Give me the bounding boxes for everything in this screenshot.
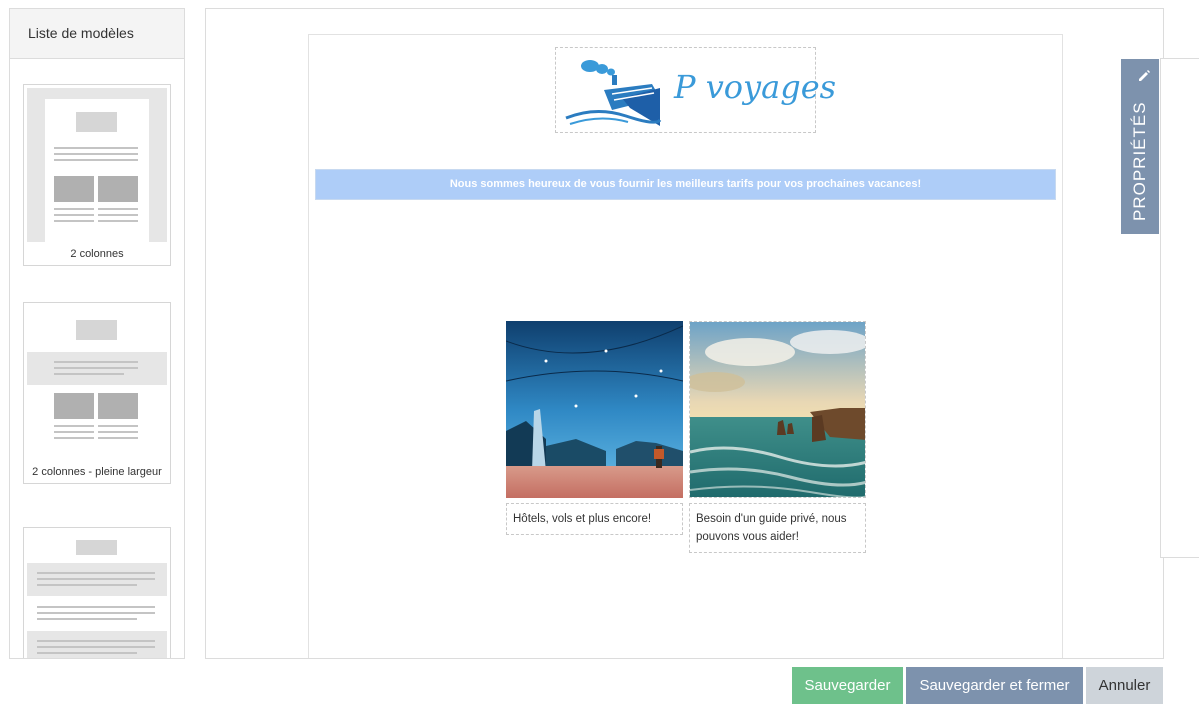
template-label: 2 colonnes	[70, 248, 124, 260]
thumb-line	[98, 208, 138, 210]
email-body[interactable]: P voyages Nous sommes heureux de vous fo…	[308, 34, 1063, 658]
thumb-banner	[27, 631, 167, 658]
thumb-line	[37, 584, 137, 586]
thumb-line	[54, 214, 94, 216]
city-night-photo[interactable]	[506, 321, 683, 498]
thumb-logo	[76, 540, 117, 555]
city-night-image	[506, 321, 683, 498]
thumb-line	[37, 578, 155, 580]
logo-text: P voyages	[674, 68, 837, 106]
thumb-line	[54, 153, 138, 155]
thumb-line	[37, 572, 155, 574]
editor-canvas[interactable]: P voyages Nous sommes heureux de vous fo…	[205, 8, 1164, 659]
template-card-2-colonnes[interactable]: 2 colonnes	[23, 84, 171, 266]
properties-panel	[1160, 58, 1199, 558]
thumb-line	[54, 437, 94, 439]
thumb-line	[98, 431, 138, 433]
thumb-line	[54, 425, 94, 427]
thumb-image	[54, 176, 94, 202]
thumb-line	[98, 214, 138, 216]
properties-tab[interactable]: PROPRIÉTÉS	[1121, 59, 1159, 234]
thumb-logo	[76, 112, 117, 132]
thumb-line	[37, 652, 137, 654]
template-list-panel: Liste de modèles 2 colonnes 2 colonnes -	[9, 8, 185, 659]
thumb-line	[54, 431, 94, 433]
coast-sunset-photo[interactable]	[689, 321, 866, 498]
thumb-line	[98, 425, 138, 427]
thumb-image	[98, 176, 138, 202]
thumb-line	[54, 208, 94, 210]
thumb-logo	[76, 320, 117, 340]
thumb-line	[98, 220, 138, 222]
pencil-icon	[1139, 70, 1150, 81]
thumb-line	[54, 373, 124, 375]
template-list-title: Liste de modèles	[10, 9, 184, 59]
thumb-line	[98, 437, 138, 439]
thumb-line	[37, 640, 155, 642]
thumb-image	[98, 393, 138, 419]
save-button[interactable]: Sauvegarder	[792, 667, 903, 704]
thumb-line	[37, 606, 155, 608]
caption-column-2[interactable]: Besoin d'un guide privé, nous pouvons vo…	[689, 503, 866, 553]
template-card-2-colonnes-pleine-largeur[interactable]: 2 colonnes - pleine largeur	[23, 302, 171, 484]
logo-block[interactable]: P voyages	[555, 47, 836, 133]
thumb-line	[54, 159, 138, 161]
banner-text[interactable]: Nous sommes heureux de vous fournir les …	[315, 169, 1056, 200]
properties-tab-label: PROPRIÉTÉS	[1130, 101, 1149, 221]
coast-sunset-image	[690, 322, 865, 497]
thumb-line	[54, 147, 138, 149]
template-card-3[interactable]	[23, 527, 171, 658]
template-label: 2 colonnes - pleine largeur	[32, 466, 162, 478]
thumb-line	[54, 361, 138, 363]
thumb-line	[37, 618, 137, 620]
caption-column-1[interactable]: Hôtels, vols et plus encore!	[506, 503, 683, 535]
cancel-button[interactable]: Annuler	[1086, 667, 1163, 704]
thumb-line	[54, 367, 138, 369]
thumb-line	[54, 220, 94, 222]
thumb-line	[37, 612, 155, 614]
thumb-line	[37, 646, 155, 648]
thumb-image	[54, 393, 94, 419]
save-and-close-button[interactable]: Sauvegarder et fermer	[906, 667, 1083, 704]
